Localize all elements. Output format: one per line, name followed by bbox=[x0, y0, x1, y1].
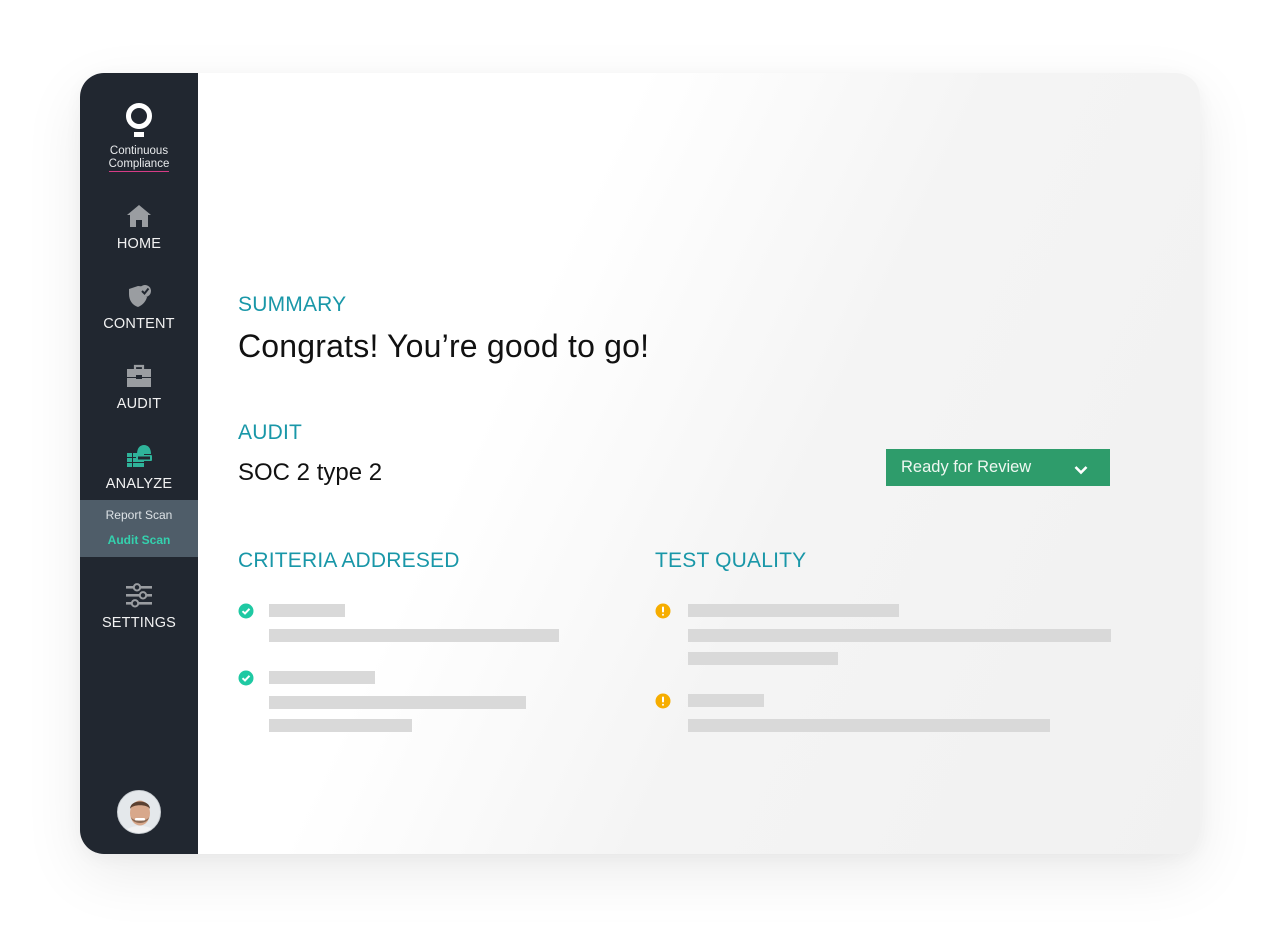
criteria-title: CRITERIA ADDRESED bbox=[238, 549, 460, 572]
sidebar-item-settings[interactable]: SETTINGS bbox=[80, 581, 198, 631]
warning-circle-icon bbox=[655, 603, 671, 619]
sidebar: Continuous Compliance HOME CONTENT AUDIT bbox=[80, 73, 198, 854]
placeholder-line bbox=[269, 696, 526, 709]
placeholder-line bbox=[688, 652, 838, 665]
submenu-report-scan[interactable]: Report Scan bbox=[106, 503, 173, 528]
sidebar-item-analyze[interactable]: ANALYZE bbox=[80, 442, 198, 492]
brand-line-2: Compliance bbox=[108, 158, 170, 172]
logo-icon bbox=[124, 101, 154, 139]
test-quality-item bbox=[655, 693, 1115, 743]
summary-label: SUMMARY bbox=[238, 293, 347, 316]
home-icon bbox=[124, 202, 154, 230]
placeholder-line bbox=[269, 671, 375, 684]
brand-line-1: Continuous bbox=[109, 145, 169, 157]
check-circle-icon bbox=[238, 670, 254, 686]
criteria-item bbox=[238, 603, 578, 653]
sidebar-item-audit[interactable]: AUDIT bbox=[80, 362, 198, 412]
summary-text: Congrats! You’re good to go! bbox=[238, 328, 650, 364]
shield-check-icon bbox=[124, 282, 154, 310]
placeholder-line bbox=[269, 604, 345, 617]
audit-label: AUDIT bbox=[238, 421, 302, 444]
app-window: Continuous Compliance HOME CONTENT AUDIT bbox=[80, 73, 1200, 854]
chevron-down-icon bbox=[1074, 461, 1088, 480]
analyze-icon bbox=[124, 442, 154, 470]
sidebar-item-home[interactable]: HOME bbox=[80, 202, 198, 252]
placeholder-line bbox=[688, 629, 1111, 642]
placeholder-line bbox=[688, 604, 899, 617]
sidebar-item-label: AUDIT bbox=[116, 396, 162, 412]
test-quality-item bbox=[655, 603, 1115, 673]
check-circle-icon bbox=[238, 603, 254, 619]
placeholder-line bbox=[688, 719, 1050, 732]
placeholder-line bbox=[269, 719, 412, 732]
user-avatar[interactable] bbox=[117, 790, 161, 834]
sliders-icon bbox=[124, 581, 154, 609]
warning-circle-icon bbox=[655, 693, 671, 709]
briefcase-icon bbox=[124, 362, 154, 390]
sidebar-item-content[interactable]: CONTENT bbox=[80, 282, 198, 332]
submenu-audit-scan[interactable]: Audit Scan bbox=[108, 528, 171, 553]
test-quality-title: TEST QUALITY bbox=[655, 549, 807, 572]
audit-name: SOC 2 type 2 bbox=[238, 459, 383, 486]
analyze-submenu: Report Scan Audit Scan bbox=[80, 500, 198, 557]
placeholder-line bbox=[688, 694, 764, 707]
sidebar-item-label: HOME bbox=[116, 236, 162, 252]
status-label: Ready for Review bbox=[901, 458, 1032, 476]
criteria-item bbox=[238, 670, 578, 740]
sidebar-item-label: SETTINGS bbox=[101, 615, 177, 631]
brand-name: Continuous Compliance bbox=[108, 145, 170, 172]
main-content: SUMMARY Congrats! You’re good to go! AUD… bbox=[198, 73, 1200, 854]
placeholder-line bbox=[269, 629, 559, 642]
sidebar-item-label: CONTENT bbox=[103, 316, 175, 332]
brand-logo[interactable]: Continuous Compliance bbox=[108, 101, 170, 172]
status-dropdown[interactable]: Ready for Review bbox=[886, 449, 1110, 486]
sidebar-item-label: ANALYZE bbox=[105, 476, 173, 492]
